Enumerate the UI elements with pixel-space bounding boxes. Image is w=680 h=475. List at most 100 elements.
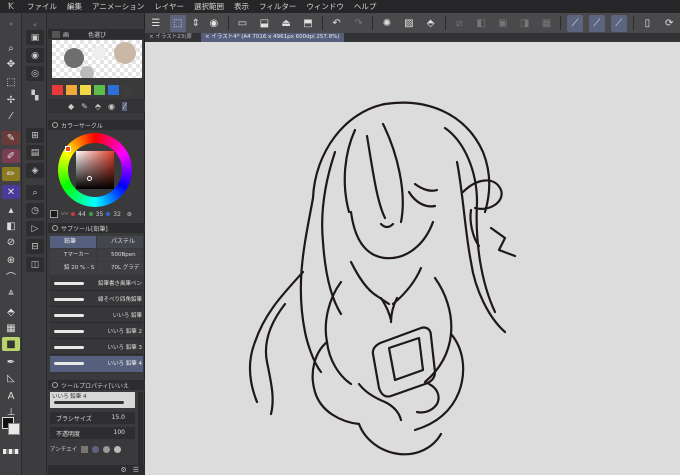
color-wheel-toggle-icon[interactable]: ◉	[206, 15, 222, 32]
swatch-yellow[interactable]	[80, 85, 91, 95]
fill-small-icon[interactable]: ⬘	[95, 102, 101, 111]
text-icon[interactable]: A	[2, 389, 20, 403]
history-icon[interactable]: ◷	[26, 203, 44, 218]
color-wheel[interactable]	[58, 133, 132, 207]
brush-item[interactable]: いいろ 鉛筆 2	[50, 324, 143, 339]
brush-item-selected[interactable]: いいろ 鉛筆 4	[50, 356, 143, 372]
sub-tool-group-tab-2[interactable]: パステル	[97, 236, 143, 248]
airbrush-icon[interactable]: ✕	[2, 185, 20, 199]
navigator-tab-icon[interactable]	[52, 30, 60, 38]
brush-item[interactable]: 線そべり四角鉛筆	[50, 292, 143, 307]
grass-icon[interactable]: ⩓	[2, 285, 20, 299]
fill-icon[interactable]: ⬘	[2, 305, 20, 319]
pen-small-icon[interactable]: ✎	[81, 102, 88, 111]
color-set-icon[interactable]: ◎	[26, 66, 44, 81]
stabilizer-pen-icon[interactable]: ⟋	[567, 14, 583, 32]
doc-tab-close-icon[interactable]: ×	[149, 34, 154, 40]
color-mode-icon[interactable]: ⊛	[127, 211, 132, 218]
swatch-gray[interactable]	[122, 85, 133, 95]
brush-icon[interactable]: ✏	[2, 167, 20, 181]
swatch-blue[interactable]	[108, 85, 119, 95]
doc-tab-close-icon[interactable]: ×	[205, 34, 210, 40]
decoration-icon[interactable]: ▴	[2, 203, 20, 217]
new-file-icon[interactable]: ▭	[235, 15, 251, 32]
undo-icon[interactable]: ↶	[329, 15, 345, 32]
sub-color-swatch[interactable]	[8, 423, 20, 435]
figure-icon[interactable]: ✒	[2, 355, 20, 369]
pen-icon[interactable]: ✎	[2, 131, 20, 145]
updown-icon[interactable]: ⇕	[192, 15, 200, 32]
opacity-value[interactable]: 100	[114, 429, 125, 436]
sub-tool-tab-label[interactable]: サブツール[鉛筆]	[61, 224, 108, 233]
stabilizer-brush-icon[interactable]: ⟋	[589, 14, 605, 32]
info-icon[interactable]: ⊟	[26, 239, 44, 254]
color-set-tab-label[interactable]: 色選び	[88, 30, 106, 39]
menu-window[interactable]: ウィンドウ	[301, 0, 349, 13]
brush-item[interactable]: いいろ 鉛筆 3	[50, 340, 143, 355]
brush-size-value[interactable]: 15.0	[112, 414, 125, 421]
navigator-tab-label[interactable]: 画	[63, 30, 69, 39]
antialias-weak-icon[interactable]	[92, 445, 100, 453]
swatch-orange[interactable]	[66, 85, 77, 95]
antialias-strong-icon[interactable]	[114, 445, 122, 453]
zoom-icon[interactable]: ⌕	[2, 41, 20, 55]
brush-size-row[interactable]: ブラシサイズ 15.0	[50, 412, 135, 424]
mini-main-color[interactable]	[50, 210, 58, 218]
tool-property-tab-label[interactable]: ツールプロパティ[いいえ	[61, 381, 129, 390]
loading-icon[interactable]: ✺	[379, 15, 395, 32]
shape-icon[interactable]: ◺	[2, 371, 20, 385]
doc-tab-2[interactable]: × イラスト4* (A4 7016 x 4961px 600dpi 257.8%…	[201, 33, 344, 42]
tool-property-scrollbar[interactable]	[138, 392, 143, 470]
move-icon[interactable]: ✥	[2, 57, 20, 71]
device-icon[interactable]: ▯	[639, 15, 655, 32]
item-bank-icon[interactable]: ◫	[26, 257, 44, 272]
clear-icon[interactable]: ▨	[401, 15, 417, 32]
crop-icon[interactable]: ◧	[473, 15, 489, 32]
diamond-icon[interactable]: ◆	[68, 102, 74, 111]
hand-icon[interactable]: ✢	[2, 93, 20, 107]
gradient-icon[interactable]: ▦	[2, 321, 20, 335]
menu-file[interactable]: ファイル	[22, 0, 62, 13]
tool-select-icon[interactable]: ⬚	[169, 14, 186, 32]
fill-selection-icon[interactable]: ▦	[539, 15, 555, 32]
transform-icon[interactable]: ▣	[495, 15, 511, 32]
auto-action-icon[interactable]: ▷	[26, 221, 44, 236]
antialias-row[interactable]: アンチエイ	[50, 443, 135, 455]
blend-icon[interactable]: ⊘	[2, 235, 20, 249]
invert-selection-icon[interactable]: ◨	[517, 15, 533, 32]
drop-icon[interactable]: ◉	[108, 102, 115, 111]
select-icon[interactable]: ⬚	[2, 75, 20, 89]
color-history-preview[interactable]	[52, 40, 142, 78]
color-wheel-icon[interactable]: ◉	[26, 48, 44, 63]
doc-tab-1[interactable]: × イラスト23(原	[145, 33, 196, 42]
collapse-arrows-icon[interactable]: «	[2, 17, 20, 31]
brush-item[interactable]: いいろ 鉛筆	[50, 308, 143, 323]
eyedropper-icon[interactable]: ⁄	[2, 109, 20, 123]
approx-color-icon[interactable]: ▚	[26, 88, 44, 103]
stabilizer-mode-icon[interactable]: ⟋	[610, 14, 627, 32]
sub-tool-group-tab-4[interactable]: 500Bpen	[97, 249, 143, 261]
sub-view-icon[interactable]: ⊞	[26, 128, 44, 143]
swatch-red[interactable]	[52, 85, 63, 95]
sub-tool-group-tab-3[interactable]: Tマーカー	[50, 249, 96, 261]
brush-item[interactable]: 鉛筆書き風筆ペン	[50, 276, 143, 291]
antialias-none-icon[interactable]	[81, 445, 89, 453]
swatch-green[interactable]	[94, 85, 105, 95]
menu-animation[interactable]: アニメーション	[87, 0, 149, 13]
color-fill-icon[interactable]: ■	[2, 337, 20, 351]
menu-filter[interactable]: フィルター	[254, 0, 301, 13]
menu-help[interactable]: ヘルプ	[349, 0, 382, 13]
tool-property-tab-icon[interactable]	[52, 382, 58, 388]
menu-small-icon[interactable]: ☰	[133, 466, 139, 474]
liquify-icon[interactable]: ⌒	[2, 269, 20, 284]
lasso-icon[interactable]: ⊕	[2, 253, 20, 267]
drawing-canvas[interactable]	[145, 42, 680, 475]
color-circle-tab-label[interactable]: カラーサークル	[61, 121, 103, 130]
sub-tool-group-tab-5[interactable]: 鉛 20 % - S	[50, 262, 96, 274]
pencil-icon[interactable]: ✐	[2, 149, 20, 163]
app-logo-icon[interactable]: Ꝁ	[0, 0, 22, 13]
menu-selection[interactable]: 選択範囲	[189, 0, 229, 13]
menu-view[interactable]: 表示	[229, 0, 254, 13]
fill-bucket-icon[interactable]: ⬘	[423, 15, 439, 32]
sub-tool-group-tab-1[interactable]: 鉛筆	[50, 236, 96, 248]
